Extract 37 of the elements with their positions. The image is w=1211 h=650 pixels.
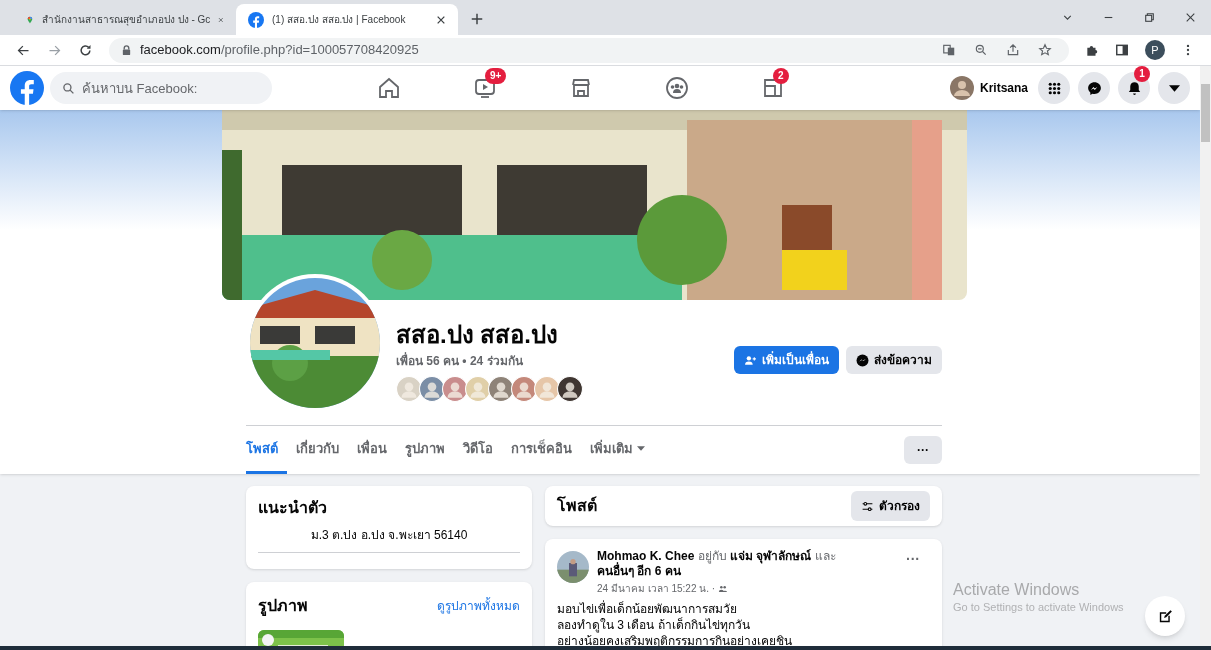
tab-title: สำนักงานสาธารณสุขอำเภอปง ปง - Gc: [41, 13, 211, 27]
profile-tab[interactable]: การเช็คอิน: [502, 426, 581, 474]
message-button[interactable]: ส่งข้อความ: [846, 346, 942, 374]
activation-text: Go to Settings to activate Windows: [953, 600, 1124, 614]
card-title: รูปภาพ: [258, 596, 308, 618]
profile-tab[interactable]: รูปภาพ: [396, 426, 454, 474]
card-title: แนะนำตัว: [258, 498, 328, 518]
activation-title: Activate Windows: [953, 580, 1081, 600]
post-author-line: Mohmao K. Chee อยู่กับ แจ่ม จุฬาลักษณ์ และ คนอื่นๆ อีก 6 คน: [597, 549, 837, 579]
account-name[interactable]: Kritsana: [979, 79, 1028, 97]
profile-tab[interactable]: เพื่อน: [348, 426, 396, 474]
profile-tab[interactable]: เพิ่มเติม: [581, 426, 654, 474]
browser-tab[interactable]: (1) สสอ.ปง สสอ.ปง | Facebook: [236, 4, 458, 35]
more-button[interactable]: ···: [904, 436, 942, 464]
profile-tab[interactable]: โพสต์: [246, 426, 287, 474]
add-friend-button[interactable]: เพิ่มเป็นเพื่อน: [734, 346, 839, 374]
card-title: โพสต์: [557, 495, 597, 516]
post-text: ลองทำดูใน 3 เดือน ถ้าเด็กกินไข่ทุกวัน: [557, 617, 751, 633]
profile-tab[interactable]: วิดีโอ: [454, 426, 502, 474]
url-text: facebook.com/profile.php?id=100057708420925: [140, 41, 419, 60]
notification-badge: 9+: [485, 68, 507, 84]
address-text: ม.3 ต.ปง อ.ปง จ.พะเยา 56140: [258, 526, 520, 553]
profile-tab[interactable]: เกี่ยวกับ: [287, 426, 348, 474]
profile-avatar[interactable]: P: [1145, 40, 1165, 60]
filter-button[interactable]: ตัวกรอง: [851, 491, 930, 521]
tab-title: (1) สสอ.ปง สสอ.ปง | Facebook: [272, 13, 407, 27]
post-text: อย่างน้อยคงเสริมพฤติกรรมการกินอย่างเคยชิน: [557, 633, 793, 649]
search-field[interactable]: ค้นหาบน Facebook:: [50, 72, 272, 104]
see-all-photos-link[interactable]: ดูรูปภาพทั้งหมด: [437, 597, 520, 615]
friend-count[interactable]: เพื่อน 56 คน • 24 ร่วมกัน: [396, 352, 583, 370]
post-options-button[interactable]: ···: [896, 549, 930, 569]
notification-badge: 2: [773, 68, 789, 84]
profile-name: สสอ.ปง สสอ.ปง: [396, 320, 559, 350]
post-time[interactable]: 24 มีนาคม เวลา 15:22 น. ·: [597, 581, 716, 596]
address-bar[interactable]: facebook.com/profile.php?id=100057708420925: [109, 37, 1069, 63]
post-text: มอบไข่เพื่อเด็กน้อยพัฒนาการสมวัย: [557, 601, 738, 617]
notification-badge: 1: [1134, 66, 1150, 82]
